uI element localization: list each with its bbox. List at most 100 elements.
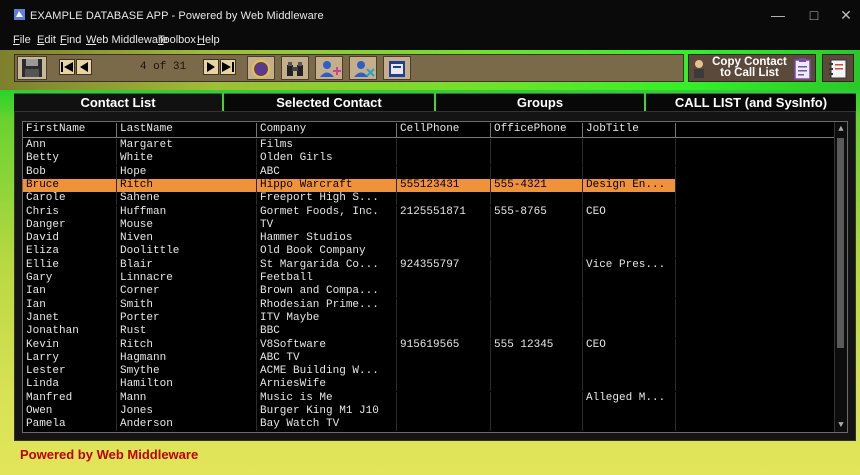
table-row[interactable]: Bob Hope ABC bbox=[23, 165, 835, 179]
column-header-firstname[interactable]: FirstName bbox=[23, 123, 117, 137]
add-contact-button[interactable] bbox=[315, 56, 343, 80]
previous-record-icon bbox=[80, 62, 88, 72]
table-row[interactable]: Larry Hagmann ABC TV bbox=[23, 351, 835, 365]
cell-cellphone bbox=[397, 245, 491, 259]
cell-lastname: Rust bbox=[117, 325, 257, 339]
cell-company: ABC TV bbox=[257, 351, 397, 365]
cell-lastname: Blair bbox=[117, 258, 257, 272]
cell-firstname: Janet bbox=[23, 311, 117, 325]
table-row[interactable]: Kevin Ritch V8Software 915619565 555 12345 CE… bbox=[23, 338, 835, 352]
cell-firstname: Gary bbox=[23, 272, 117, 285]
cell-cellphone bbox=[397, 165, 491, 179]
cell-company: BBC bbox=[257, 325, 397, 339]
cell-company: Films bbox=[257, 139, 397, 152]
table-row[interactable]: Ann Margaret Films bbox=[23, 139, 835, 152]
cell-lastname: Porter bbox=[117, 311, 257, 325]
cell-lastname: Mouse bbox=[117, 218, 257, 232]
tab-groups[interactable]: Groups bbox=[436, 93, 644, 111]
contact-grid[interactable]: FirstName LastName Company CellPhone Off… bbox=[22, 121, 848, 433]
table-row[interactable]: David Niven Hammer Studios bbox=[23, 232, 835, 246]
cell-cellphone bbox=[397, 152, 491, 166]
scroll-thumb[interactable] bbox=[837, 138, 844, 348]
table-row[interactable]: Gary Linnacre Feetball bbox=[23, 272, 835, 285]
cell-cellphone bbox=[397, 365, 491, 379]
menu-find[interactable]: Find bbox=[60, 30, 81, 50]
cell-company: Rhodesian Prime... bbox=[257, 298, 397, 312]
table-row[interactable]: Owen Jones Burger King M1 J10 bbox=[23, 405, 835, 418]
maximize-button[interactable]: □ bbox=[800, 6, 828, 24]
menu-toolbox[interactable]: Toolbox bbox=[158, 30, 196, 50]
next-record-button[interactable] bbox=[203, 59, 219, 75]
cell-company: Feetball bbox=[257, 272, 397, 285]
delete-contact-button[interactable] bbox=[349, 56, 377, 80]
cell-jobtitle bbox=[583, 365, 676, 379]
notes-button[interactable] bbox=[822, 54, 854, 82]
column-header-jobtitle[interactable]: JobTitle bbox=[583, 123, 676, 137]
column-header-officephone[interactable]: OfficePhone bbox=[491, 123, 583, 137]
menu-file[interactable]: File bbox=[13, 30, 31, 50]
column-header-lastname[interactable]: LastName bbox=[117, 123, 257, 137]
table-row[interactable]: Pamela Anderson Bay Watch TV bbox=[23, 418, 835, 432]
column-header-cellphone[interactable]: CellPhone bbox=[397, 123, 491, 137]
cell-firstname: Ian bbox=[23, 285, 117, 299]
cell-firstname: Kevin bbox=[23, 338, 117, 352]
clipboard-list-icon bbox=[794, 58, 811, 80]
cell-firstname: Danger bbox=[23, 218, 117, 232]
minimize-button[interactable]: — bbox=[764, 6, 792, 24]
table-row[interactable]: Janet Porter ITV Maybe bbox=[23, 311, 835, 325]
tab-selected-contact[interactable]: Selected Contact bbox=[224, 93, 434, 111]
tab-contact-list[interactable]: Contact List bbox=[14, 93, 222, 113]
cell-firstname: Jonathan bbox=[23, 325, 117, 339]
cell-lastname: Ritch bbox=[117, 178, 257, 192]
vertical-scrollbar[interactable]: ▲ ▼ bbox=[834, 122, 847, 432]
table-row[interactable]: Ian Corner Brown and Compa... bbox=[23, 285, 835, 299]
scroll-down-icon[interactable]: ▼ bbox=[836, 420, 846, 430]
window-title: EXAMPLE DATABASE APP - Powered by Web Mi… bbox=[30, 10, 324, 22]
cell-company: Hammer Studios bbox=[257, 232, 397, 246]
last-record-button[interactable] bbox=[220, 59, 236, 75]
menu-help[interactable]: Help bbox=[197, 30, 220, 50]
cell-firstname: Owen bbox=[23, 405, 117, 418]
first-record-button[interactable] bbox=[59, 59, 75, 75]
column-header-company[interactable]: Company bbox=[257, 123, 397, 137]
table-row[interactable]: Betty White Olden Girls bbox=[23, 152, 835, 166]
cell-jobtitle bbox=[583, 272, 676, 285]
cell-cellphone bbox=[397, 298, 491, 312]
table-row[interactable]: Carole Sahene Freeport High S... bbox=[23, 192, 835, 206]
compass-button[interactable] bbox=[247, 56, 275, 80]
previous-record-button[interactable] bbox=[76, 59, 92, 75]
table-row[interactable]: Manfred Mann Music is Me Alleged M... bbox=[23, 391, 835, 405]
cell-cellphone bbox=[397, 378, 491, 392]
cell-officephone bbox=[491, 351, 583, 365]
cell-lastname: Doolittle bbox=[117, 245, 257, 259]
close-button[interactable]: ✕ bbox=[832, 6, 860, 24]
toolbar: 4 of 31 bbox=[14, 54, 684, 82]
table-row[interactable]: Ellie Blair St Margarida Co... 924355797 Vic… bbox=[23, 258, 835, 272]
table-row[interactable]: Jonathan Rust BBC bbox=[23, 325, 835, 339]
scroll-up-icon[interactable]: ▲ bbox=[836, 124, 846, 134]
copy-contact-button[interactable]: Copy Contact to Call List bbox=[688, 54, 816, 82]
table-row[interactable]: Bruce Ritch Hippo Warcraft 555123431 555-432… bbox=[23, 178, 835, 192]
table-row[interactable]: Lester Smythe ACME Building W... bbox=[23, 365, 835, 379]
table-row[interactable]: Linda Hamilton ArniesWife bbox=[23, 378, 835, 392]
cell-cellphone bbox=[397, 391, 491, 405]
table-row[interactable]: Danger Mouse TV bbox=[23, 218, 835, 232]
cell-company: Old Book Company bbox=[257, 245, 397, 259]
menu-web-middleware[interactable]: Web Middleware bbox=[86, 30, 168, 50]
table-row[interactable]: Eliza Doolittle Old Book Company bbox=[23, 245, 835, 259]
tab-call-list[interactable]: CALL LIST (and SysInfo) bbox=[646, 93, 856, 111]
cell-officephone bbox=[491, 365, 583, 379]
save-button[interactable] bbox=[17, 56, 47, 80]
cell-company: V8Software bbox=[257, 338, 397, 352]
table-row[interactable]: Chris Huffman Gormet Foods, Inc. 2125551871… bbox=[23, 205, 835, 219]
last-record-icon bbox=[222, 62, 234, 72]
nav-first-prev bbox=[59, 59, 93, 75]
table-row[interactable]: Ian Smith Rhodesian Prime... bbox=[23, 298, 835, 312]
cell-jobtitle bbox=[583, 218, 676, 232]
menu-edit[interactable]: Edit bbox=[37, 30, 56, 50]
cell-lastname: Margaret bbox=[117, 139, 257, 152]
web-button[interactable] bbox=[383, 56, 411, 80]
cell-cellphone bbox=[397, 139, 491, 152]
cell-lastname: Jones bbox=[117, 405, 257, 418]
find-button[interactable] bbox=[281, 56, 309, 80]
